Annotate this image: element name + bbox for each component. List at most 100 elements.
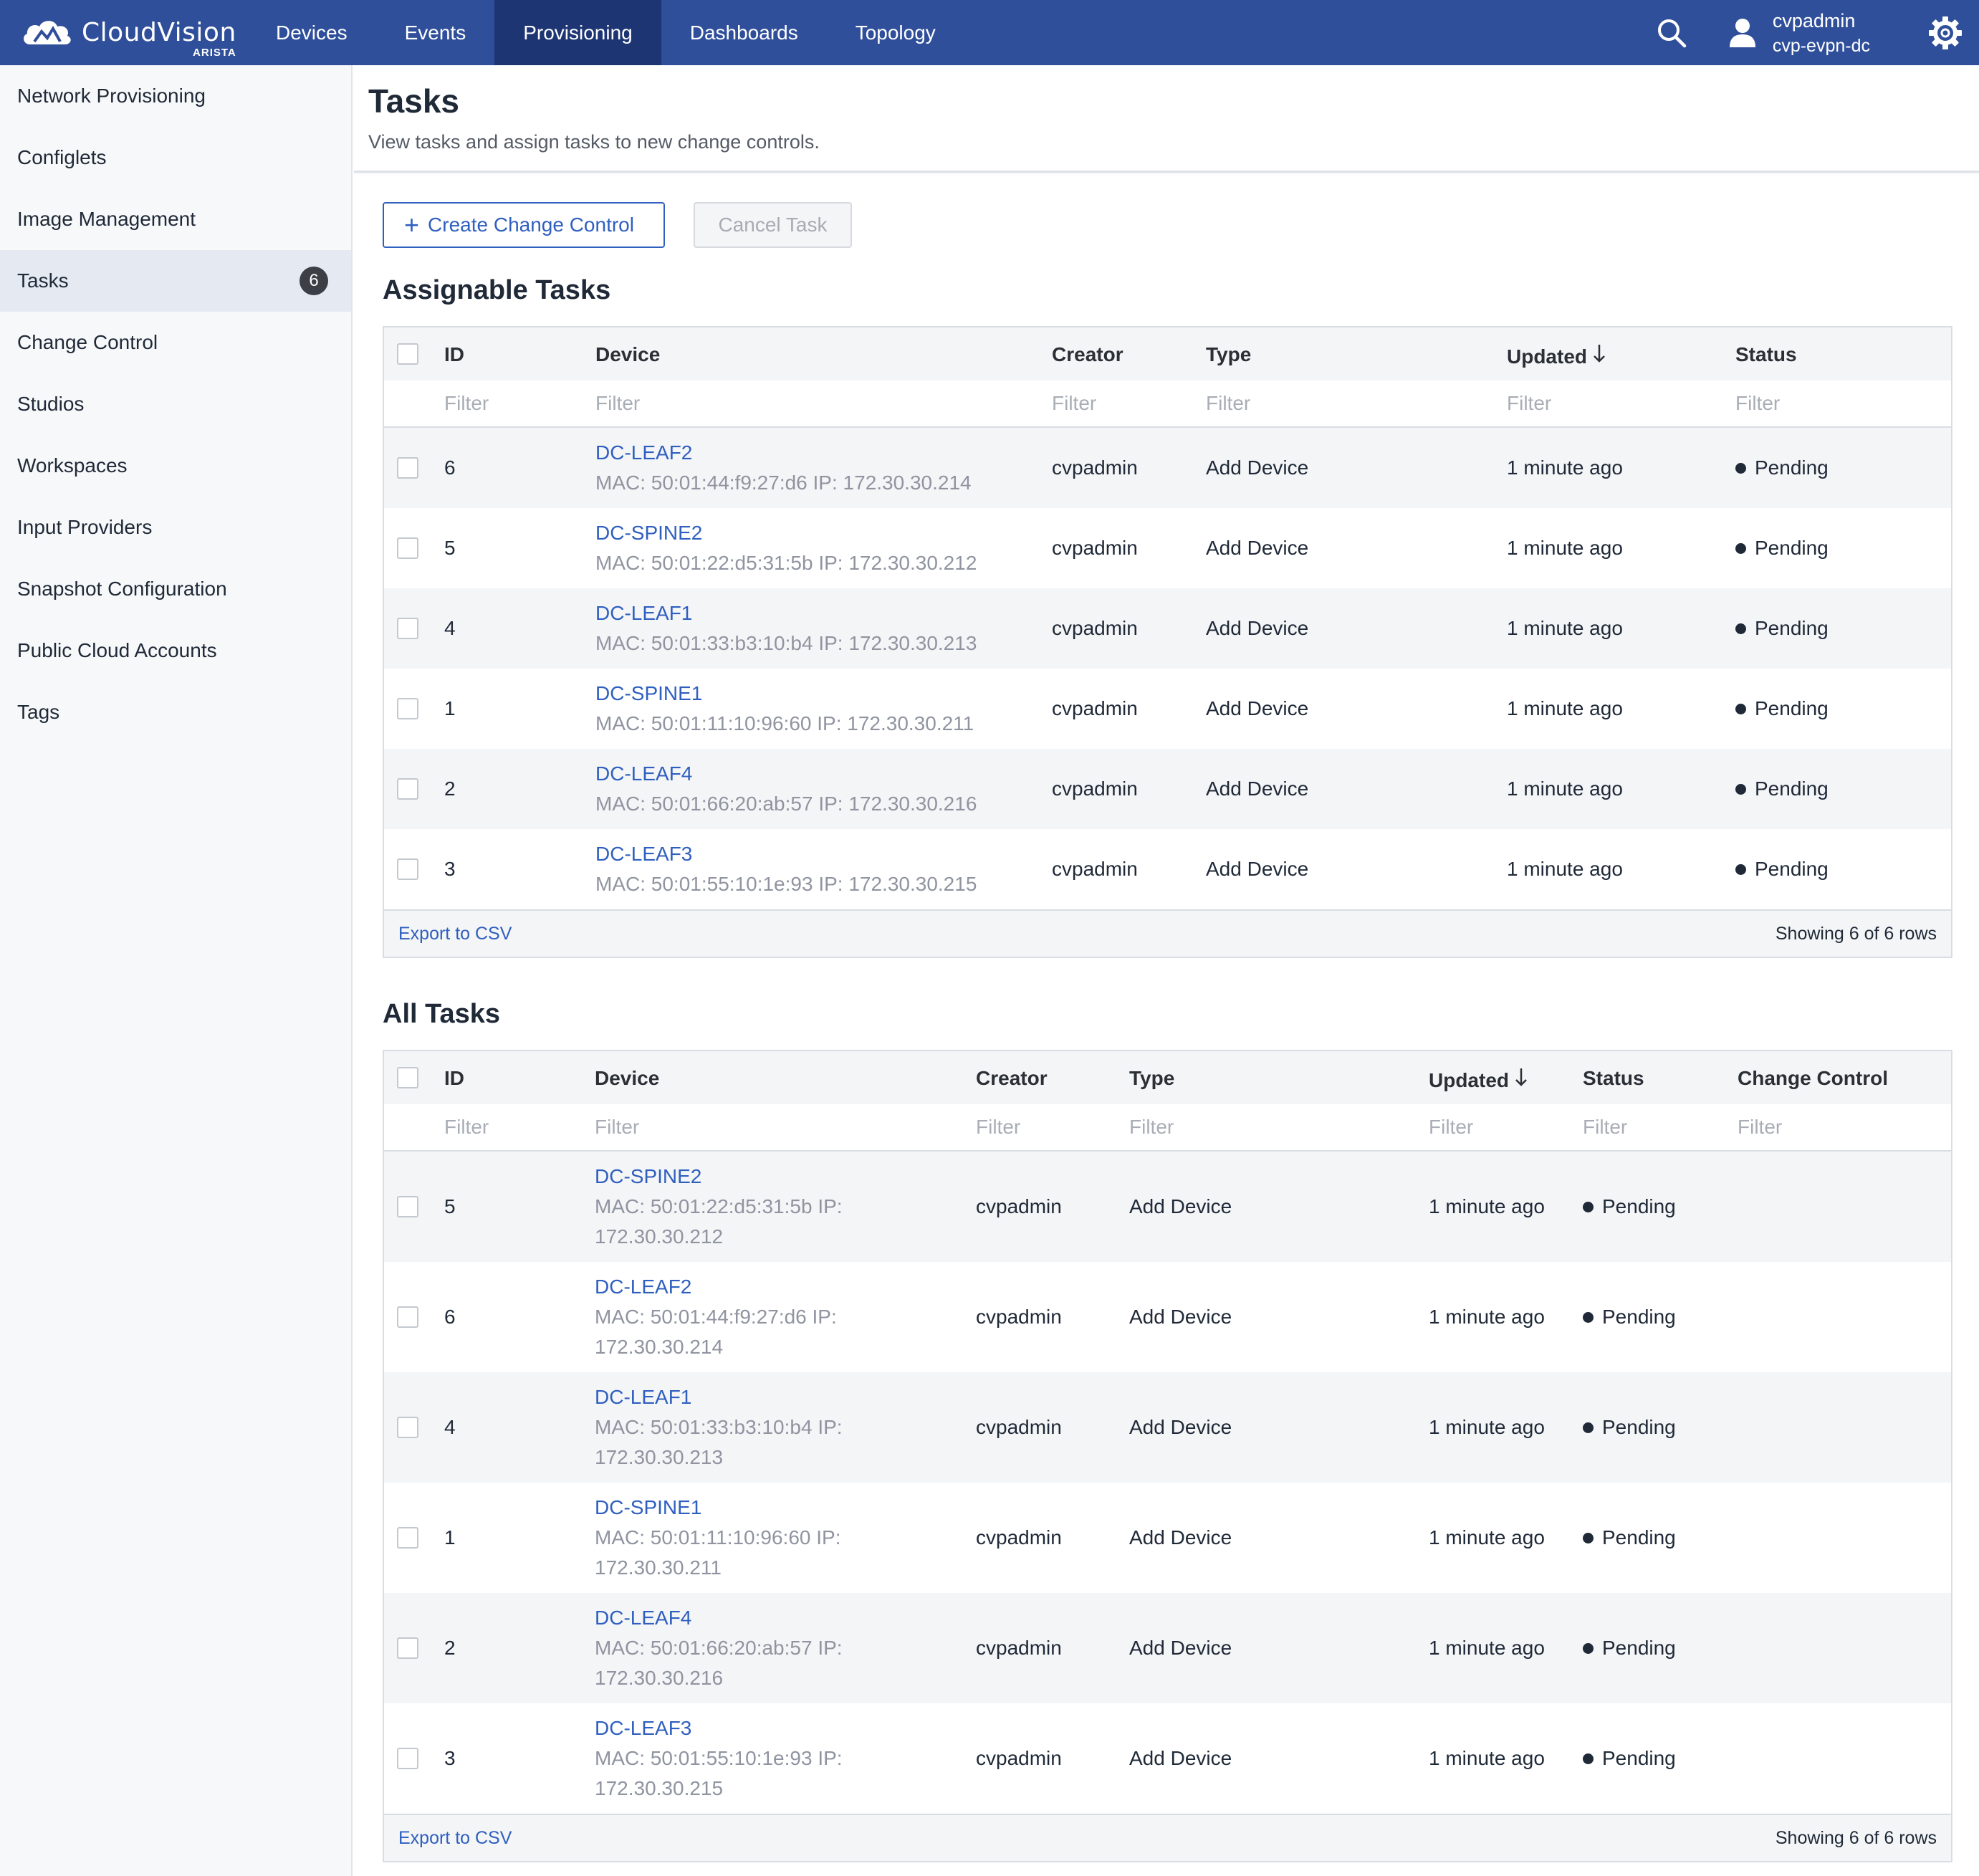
table-row[interactable]: 2 DC-LEAF4 MAC: 50:01:66:20:ab:57 IP: 172.… [384, 1593, 1951, 1703]
filter-creator-input[interactable]: Filter [1052, 392, 1096, 415]
select-all-checkbox[interactable] [397, 343, 418, 365]
device-ip: 172.30.30.214 [595, 1336, 724, 1358]
table-row[interactable]: 6 DC-LEAF2 MAC: 50:01:44:f9:27:d6 IP: 172.… [384, 1262, 1951, 1372]
filter-device-input[interactable]: Filter [595, 392, 640, 415]
device-link[interactable]: DC-LEAF1 [595, 598, 977, 628]
table-row[interactable]: 5 DC-SPINE2 MAC: 50:01:22:d5:31:5b IP: 172… [384, 1152, 1951, 1262]
table-row[interactable]: 1 DC-SPINE1 MAC: 50:01:11:10:96:60 IP: 172… [384, 1483, 1951, 1593]
column-header-type[interactable]: Type [1129, 1067, 1174, 1090]
sidebar-item-input-providers[interactable]: Input Providers [0, 497, 351, 558]
row-checkbox[interactable] [397, 698, 418, 719]
row-checkbox[interactable] [397, 1196, 418, 1217]
row-checkbox[interactable] [397, 457, 418, 479]
row-checkbox[interactable] [397, 537, 418, 559]
column-header-id[interactable]: ID [444, 1067, 464, 1090]
column-header-id[interactable]: ID [444, 343, 464, 366]
nav-tab-topology[interactable]: Topology [827, 0, 964, 65]
sidebar-item-network-provisioning[interactable]: Network Provisioning [0, 65, 351, 127]
settings-button[interactable] [1927, 15, 1963, 51]
brand-logo[interactable]: CloudVision ARISTA [0, 0, 247, 65]
filter-creator-input[interactable]: Filter [976, 1116, 1020, 1139]
row-checkbox[interactable] [397, 1637, 418, 1659]
row-checkbox[interactable] [397, 1417, 418, 1438]
cancel-task-button[interactable]: Cancel Task [694, 202, 852, 248]
filter-status-input[interactable]: Filter [1735, 392, 1780, 415]
filter-updated-input[interactable]: Filter [1507, 392, 1551, 415]
device-link[interactable]: DC-LEAF4 [595, 1603, 843, 1633]
column-header-status[interactable]: Status [1735, 343, 1797, 366]
nav-tab-events[interactable]: Events [376, 0, 495, 65]
sidebar-item-public-cloud-accounts[interactable]: Public Cloud Accounts [0, 620, 351, 681]
sidebar-item-image-management[interactable]: Image Management [0, 188, 351, 250]
task-type: Add Device [1206, 617, 1309, 639]
column-header-creator[interactable]: Creator [1052, 343, 1123, 366]
sidebar-item-studios[interactable]: Studios [0, 373, 351, 435]
filter-device-input[interactable]: Filter [595, 1116, 639, 1139]
device-link[interactable]: DC-LEAF4 [595, 759, 977, 789]
export-csv-link[interactable]: Export to CSV [398, 924, 512, 944]
device-cell: DC-LEAF2 MAC: 50:01:44:f9:27:d6 IP: 172.30… [595, 1272, 837, 1362]
table-row[interactable]: 4 DC-LEAF1 MAC: 50:01:33:b3:10:b4 IP: 172… [384, 588, 1951, 669]
row-checkbox[interactable] [397, 1306, 418, 1328]
nav-tab-devices[interactable]: Devices [247, 0, 376, 65]
table-header: ID Device Creator Type Updated Status Ch… [384, 1051, 1951, 1104]
nav-tab-provisioning[interactable]: Provisioning [494, 0, 661, 65]
select-all-checkbox[interactable] [397, 1067, 418, 1088]
device-link[interactable]: DC-SPINE1 [595, 679, 974, 709]
row-checkbox[interactable] [397, 778, 418, 800]
table-row[interactable]: 4 DC-LEAF1 MAC: 50:01:33:b3:10:b4 IP: 172.… [384, 1372, 1951, 1483]
column-header-change-control[interactable]: Change Control [1738, 1067, 1888, 1090]
create-change-control-button[interactable]: + Create Change Control [383, 202, 665, 248]
sidebar-item-tags[interactable]: Tags [0, 681, 351, 743]
task-type: Add Device [1206, 858, 1309, 880]
device-link[interactable]: DC-SPINE2 [595, 518, 977, 548]
filter-status-input[interactable]: Filter [1583, 1116, 1627, 1139]
status-badge: Pending [1583, 1637, 1676, 1660]
task-type: Add Device [1206, 456, 1309, 479]
table-row[interactable]: 3 DC-LEAF3 MAC: 50:01:55:10:1e:93 IP: 172.… [384, 1703, 1951, 1814]
filter-type-input[interactable]: Filter [1129, 1116, 1174, 1139]
table-row[interactable]: 1 DC-SPINE1 MAC: 50:01:11:10:96:60 IP: 17… [384, 669, 1951, 749]
task-type: Add Device [1129, 1637, 1232, 1659]
table-row[interactable]: 6 DC-LEAF2 MAC: 50:01:44:f9:27:d6 IP: 172… [384, 428, 1951, 508]
nav-tab-dashboards[interactable]: Dashboards [661, 0, 827, 65]
filter-id-input[interactable]: Filter [444, 392, 489, 415]
row-checkbox[interactable] [397, 858, 418, 880]
device-link[interactable]: DC-LEAF3 [595, 1713, 843, 1743]
row-checkbox[interactable] [397, 1527, 418, 1549]
assignable-tasks-table: ID Device Creator Type Updated Status Fi… [383, 326, 1952, 958]
column-header-updated[interactable]: Updated [1429, 1067, 1528, 1092]
user-menu[interactable]: cvpadmin cvp-evpn-dc [1728, 8, 1870, 58]
filter-updated-input[interactable]: Filter [1429, 1116, 1473, 1139]
row-checkbox[interactable] [397, 618, 418, 639]
sidebar-item-tasks[interactable]: Tasks 6 [0, 250, 351, 312]
status-badge: Pending [1583, 1526, 1676, 1549]
sidebar-item-workspaces[interactable]: Workspaces [0, 435, 351, 497]
creator: cvpadmin [1052, 858, 1138, 880]
table-row[interactable]: 5 DC-SPINE2 MAC: 50:01:22:d5:31:5b IP: 17… [384, 508, 1951, 588]
sidebar-item-snapshot-configuration[interactable]: Snapshot Configuration [0, 558, 351, 620]
column-header-creator[interactable]: Creator [976, 1067, 1048, 1090]
task-id: 6 [444, 456, 456, 479]
search-button[interactable] [1654, 15, 1690, 51]
export-csv-link[interactable]: Export to CSV [398, 1828, 512, 1849]
device-link[interactable]: DC-LEAF2 [595, 438, 972, 468]
device-link[interactable]: DC-LEAF1 [595, 1382, 843, 1412]
table-row[interactable]: 2 DC-LEAF4 MAC: 50:01:66:20:ab:57 IP: 172… [384, 749, 1951, 829]
sidebar-item-change-control[interactable]: Change Control [0, 312, 351, 373]
column-header-device[interactable]: Device [595, 1067, 659, 1090]
column-header-device[interactable]: Device [595, 343, 660, 366]
device-link[interactable]: DC-LEAF3 [595, 839, 977, 869]
device-link[interactable]: DC-LEAF2 [595, 1272, 837, 1302]
table-row[interactable]: 3 DC-LEAF3 MAC: 50:01:55:10:1e:93 IP: 172… [384, 829, 1951, 909]
row-checkbox[interactable] [397, 1748, 418, 1769]
filter-id-input[interactable]: Filter [444, 1116, 489, 1139]
device-link[interactable]: DC-SPINE1 [595, 1493, 840, 1523]
column-header-status[interactable]: Status [1583, 1067, 1644, 1090]
filter-change-control-input[interactable]: Filter [1738, 1116, 1782, 1139]
filter-type-input[interactable]: Filter [1206, 392, 1250, 415]
column-header-type[interactable]: Type [1206, 343, 1251, 366]
device-link[interactable]: DC-SPINE2 [595, 1162, 843, 1192]
column-header-updated[interactable]: Updated [1507, 343, 1606, 368]
sidebar-item-configlets[interactable]: Configlets [0, 127, 351, 188]
